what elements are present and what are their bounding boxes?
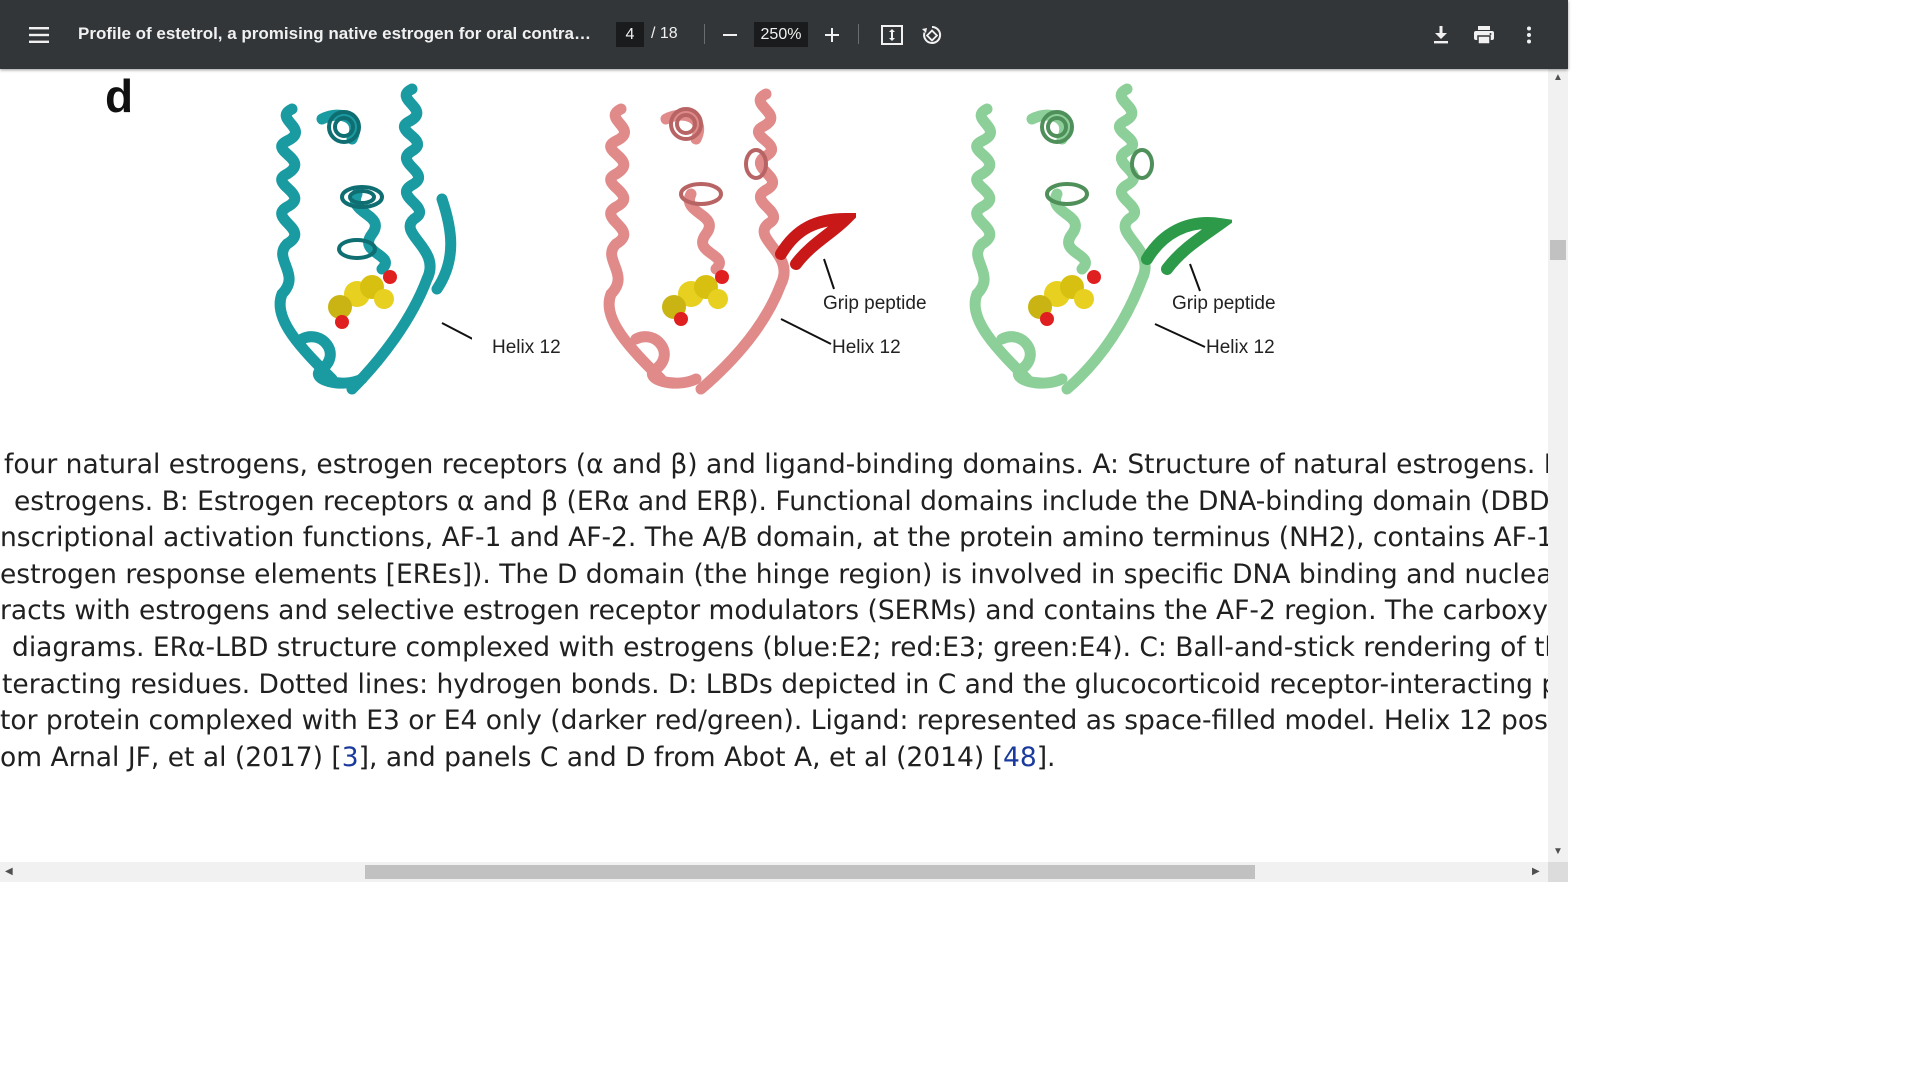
horizontal-scrollbar-thumb[interactable]	[365, 865, 1255, 879]
protein-structure-red	[603, 88, 856, 395]
zoom-level-input[interactable]	[754, 22, 808, 47]
page-number-input[interactable]	[616, 22, 644, 47]
print-icon[interactable]	[1469, 20, 1499, 50]
rotate-icon[interactable]	[917, 20, 947, 50]
document-viewport[interactable]: d Helix 12 Grip peptide Helix 12 Grip pe…	[0, 69, 1548, 862]
more-options-icon[interactable]	[1514, 20, 1544, 50]
vertical-scrollbar[interactable]	[1548, 69, 1568, 862]
menu-icon[interactable]	[22, 19, 56, 51]
pdf-toolbar: Profile of estetrol, a promising native …	[0, 0, 1568, 69]
protein-structure-blue	[274, 83, 472, 395]
caption-line: estrogen response elements [EREs]). The …	[0, 558, 1548, 590]
caption-text: om Arnal JF, et al (2017) [	[0, 741, 342, 773]
scroll-right-arrow-icon[interactable]: ▶	[1532, 866, 1540, 877]
page-total: / 18	[651, 25, 678, 42]
toolbar-divider	[858, 24, 859, 44]
helix-12-label-red: Helix 12	[832, 337, 901, 358]
protein-structure-green	[969, 83, 1232, 395]
caption-line-last: om Arnal JF, et al (2017) [3], and panel…	[0, 740, 1548, 777]
caption-line: diagrams. ERα-LBD structure complexed wi…	[12, 631, 1548, 663]
panel-letter: d	[105, 70, 134, 122]
caption-line: tor protein complexed with E3 or E4 only…	[0, 705, 1548, 737]
caption-line: four natural estrogens, estrogen recepto…	[4, 449, 1548, 480]
caption-text: ], and panels C and D from Abot A, et al…	[358, 741, 1003, 773]
caption-text: ].	[1036, 741, 1056, 773]
toolbar-divider	[704, 24, 705, 44]
download-icon[interactable]	[1426, 20, 1456, 50]
helix-12-label-green: Helix 12	[1206, 337, 1275, 358]
caption-line: racts with estrogens and selective estro…	[0, 595, 1548, 627]
document-title: Profile of estetrol, a promising native …	[78, 24, 598, 43]
figure-caption: four natural estrogens, estrogen recepto…	[0, 447, 1548, 776]
caption-line: estrogens. B: Estrogen receptors α and β…	[14, 485, 1548, 517]
scroll-left-arrow-icon[interactable]: ◀	[5, 866, 13, 877]
scroll-up-arrow-icon[interactable]: ▲	[1553, 72, 1563, 83]
grip-peptide-label-red: Grip peptide	[823, 293, 927, 314]
scrollbar-corner	[1548, 862, 1568, 882]
helix-12-label-blue: Helix 12	[492, 337, 561, 358]
vertical-scrollbar-thumb[interactable]	[1550, 240, 1566, 260]
fit-to-page-icon[interactable]	[877, 20, 907, 50]
grip-peptide-label-green: Grip peptide	[1172, 293, 1276, 314]
caption-line: teracting residues. Dotted lines: hydrog…	[2, 668, 1548, 700]
zoom-out-icon[interactable]	[716, 22, 744, 48]
caption-line: nscriptional activation functions, AF-1 …	[0, 522, 1548, 554]
zoom-in-icon[interactable]	[818, 22, 846, 48]
reference-link-48[interactable]: 48	[1003, 742, 1037, 773]
reference-link-3[interactable]: 3	[342, 742, 359, 773]
scroll-down-arrow-icon[interactable]: ▼	[1553, 846, 1563, 857]
